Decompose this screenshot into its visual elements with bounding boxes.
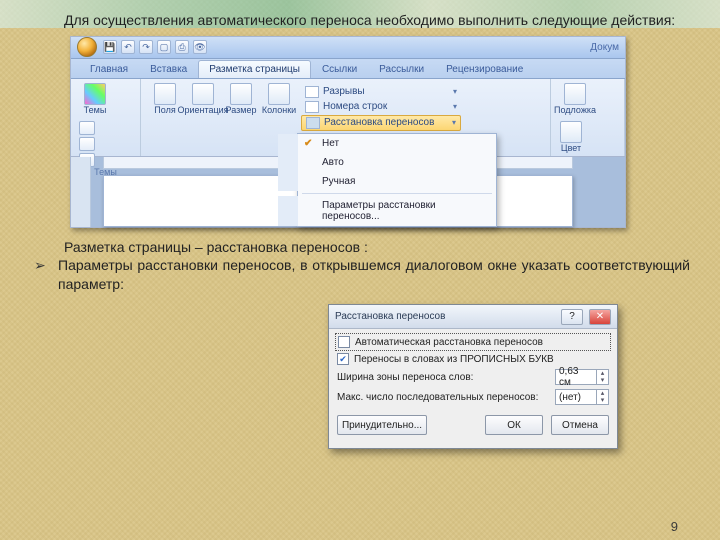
- line-numbers-icon: [305, 101, 319, 113]
- qat-redo[interactable]: ↷: [139, 40, 153, 54]
- zone-label: Ширина зоны переноса слов:: [337, 372, 549, 383]
- qat-print[interactable]: ⎙: [175, 40, 189, 54]
- line-numbers-button[interactable]: Номера строк ▾: [301, 100, 461, 114]
- tab-page-layout[interactable]: Разметка страницы: [198, 60, 311, 78]
- mid-heading: Разметка страницы – расстановка переносо…: [30, 238, 690, 257]
- spin-up-icon[interactable]: ▴: [596, 390, 608, 397]
- qat-save[interactable]: 💾: [103, 40, 117, 54]
- hyphenation-button[interactable]: Расстановка переносов ▾: [301, 115, 461, 131]
- hyphenation-menu: ✔ Нет Авто Ручная Параметры расстановки …: [297, 133, 497, 227]
- bullet-arrow-icon: ➢: [30, 256, 58, 294]
- zone-width-input[interactable]: 0,63 см ▴▾: [555, 369, 609, 385]
- chevron-down-icon: ▾: [452, 118, 456, 127]
- watermark-button[interactable]: Подложка: [559, 83, 591, 115]
- cancel-button[interactable]: Отмена: [551, 415, 609, 435]
- breaks-icon: [305, 86, 319, 98]
- spin-up-icon[interactable]: ▴: [596, 370, 608, 377]
- breaks-button[interactable]: Разрывы ▾: [301, 85, 461, 99]
- tab-home[interactable]: Главная: [79, 60, 139, 78]
- ribbon-tabs: Главная Вставка Разметка страницы Ссылки…: [71, 59, 625, 79]
- window-title: Докум: [590, 42, 619, 53]
- size-icon: [230, 83, 252, 105]
- intro-text: Для осуществления автоматического перено…: [30, 12, 690, 30]
- page-color-icon: [560, 121, 582, 143]
- qat-preview[interactable]: 👁: [193, 40, 207, 54]
- hyphenation-icon: [306, 117, 320, 129]
- hyphenation-dialog: Расстановка переносов ? ✕ Автоматическая…: [328, 304, 618, 449]
- spin-down-icon[interactable]: ▾: [596, 397, 608, 404]
- tab-review[interactable]: Рецензирование: [435, 60, 534, 78]
- checkbox-icon: ✔: [337, 353, 349, 365]
- columns-icon: [268, 83, 290, 105]
- vertical-ruler: [71, 157, 91, 227]
- page-color-button[interactable]: Цвет: [559, 121, 583, 153]
- checkbox-icon: [338, 336, 350, 348]
- qat-undo[interactable]: ↶: [121, 40, 135, 54]
- dialog-title: Расстановка переносов: [335, 311, 555, 322]
- hyph-auto-item[interactable]: Авто: [278, 153, 496, 172]
- mid-bullet-text: Параметры расстановки переносов, в откры…: [58, 256, 690, 294]
- max-consecutive-input[interactable]: (нет) ▴▾: [555, 389, 609, 405]
- orientation-button[interactable]: Ориентация: [187, 83, 219, 115]
- theme-fonts-btn[interactable]: [79, 137, 95, 151]
- chevron-down-icon: ▾: [453, 87, 457, 96]
- tab-mailings[interactable]: Рассылки: [368, 60, 435, 78]
- watermark-icon: [564, 83, 586, 105]
- close-button[interactable]: ✕: [589, 309, 611, 325]
- hyph-params-item[interactable]: Параметры расстановки переносов...: [278, 196, 496, 226]
- margins-button[interactable]: Поля: [149, 83, 181, 115]
- word-ribbon-screenshot: 💾 ↶ ↷ ▢ ⎙ 👁 Докум Главная Вставка Размет…: [70, 36, 626, 228]
- ok-button[interactable]: ОК: [485, 415, 543, 435]
- hyph-manual-item[interactable]: Ручная: [278, 172, 496, 191]
- columns-button[interactable]: Колонки: [263, 83, 295, 115]
- orientation-icon: [192, 83, 214, 105]
- qat-new[interactable]: ▢: [157, 40, 171, 54]
- auto-hyphenation-checkbox[interactable]: Автоматическая расстановка переносов: [337, 335, 609, 349]
- size-button[interactable]: Размер: [225, 83, 257, 115]
- max-label: Макс. число последовательных переносов:: [337, 392, 549, 403]
- spin-down-icon[interactable]: ▾: [596, 377, 608, 384]
- check-icon: ✔: [304, 138, 312, 149]
- caps-hyphenation-checkbox[interactable]: ✔ Переносы в словах из ПРОПИСНЫХ БУКВ: [337, 353, 609, 365]
- chevron-down-icon: ▾: [453, 102, 457, 111]
- help-button[interactable]: ?: [561, 309, 583, 325]
- tab-references[interactable]: Ссылки: [311, 60, 368, 78]
- theme-colors-btn[interactable]: [79, 121, 95, 135]
- margins-icon: [154, 83, 176, 105]
- office-button[interactable]: [77, 37, 97, 57]
- tab-insert[interactable]: Вставка: [139, 60, 198, 78]
- themes-button[interactable]: Темы: [79, 83, 111, 115]
- hyph-none-item[interactable]: ✔ Нет: [278, 134, 496, 153]
- force-button[interactable]: Принудительно...: [337, 415, 427, 435]
- themes-icon: [84, 83, 106, 105]
- page-number: 9: [671, 519, 678, 534]
